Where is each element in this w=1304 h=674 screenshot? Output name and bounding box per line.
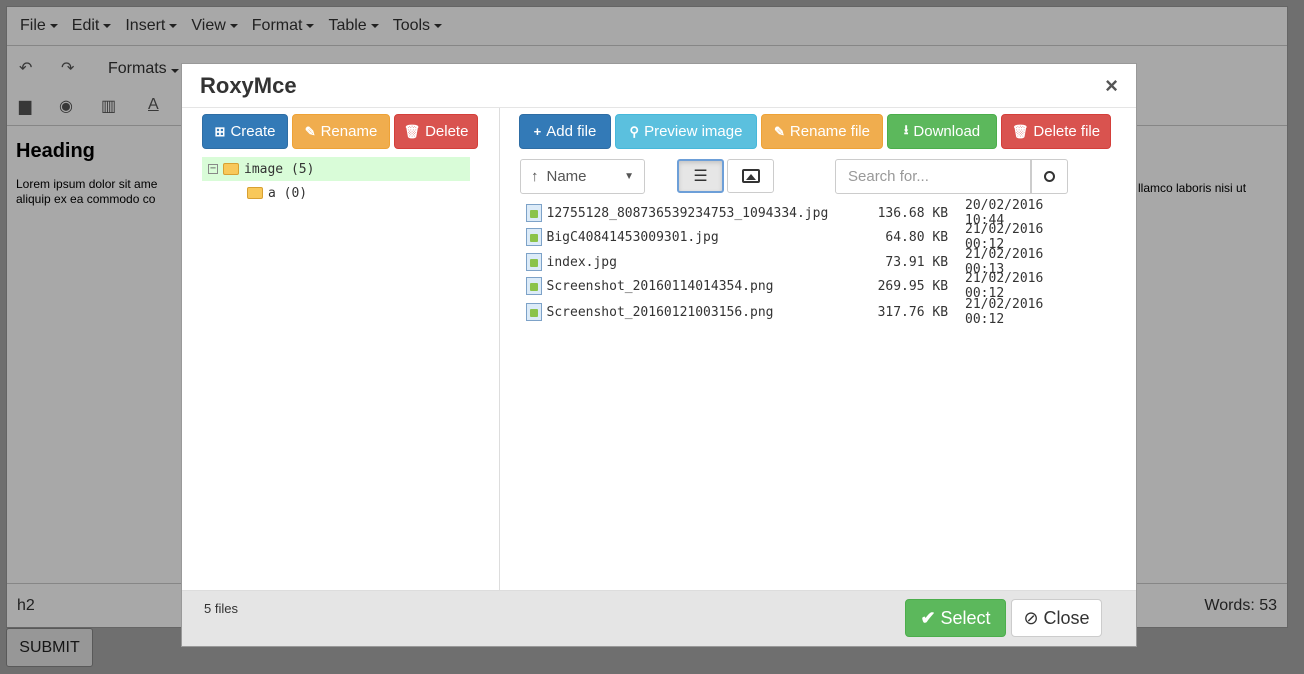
image-file-icon bbox=[526, 303, 542, 321]
ban-icon: ⊘ bbox=[1023, 607, 1039, 628]
caret-down-icon: ▼ bbox=[624, 171, 634, 182]
thumbnail-view-button[interactable] bbox=[727, 159, 774, 193]
check-icon: ✔ bbox=[920, 607, 936, 628]
file-name: Screenshot_20160121003156.png bbox=[546, 304, 774, 320]
trash-icon: 🗑 bbox=[403, 123, 421, 139]
button-label: Add file bbox=[546, 123, 597, 140]
file-row[interactable]: BigC40841453009301.jpg 64.80 KB 21/02/20… bbox=[526, 222, 1086, 252]
file-manager-dialog: RoxyMce × ⊞ Create ✎ Rename 🗑 Delete − i… bbox=[181, 63, 1137, 647]
button-label: Rename file bbox=[789, 123, 870, 140]
file-count: 5 files bbox=[204, 601, 238, 616]
file-size: 136.68 KB bbox=[877, 205, 949, 221]
image-file-icon bbox=[526, 253, 542, 271]
folder-icon bbox=[247, 187, 263, 199]
add-file-button[interactable]: + Add file bbox=[519, 114, 611, 149]
file-row[interactable]: Screenshot_20160114014354.png 269.95 KB … bbox=[526, 271, 1086, 301]
download-icon: ⭳ bbox=[903, 121, 909, 137]
file-size: 269.95 KB bbox=[877, 278, 949, 294]
tree-item-label: image (5) bbox=[244, 161, 315, 177]
dialog-title: RoxyMce bbox=[200, 72, 297, 98]
button-label: Close bbox=[1043, 607, 1090, 628]
preview-image-button[interactable]: ⚲ Preview image bbox=[615, 114, 757, 149]
file-name: BigC40841453009301.jpg bbox=[546, 229, 719, 245]
delete-folder-button[interactable]: 🗑 Delete bbox=[394, 114, 478, 149]
tree-item-a[interactable]: a (0) bbox=[242, 181, 307, 205]
folder-panel: ⊞ Create ✎ Rename 🗑 Delete − image (5) a… bbox=[182, 108, 500, 591]
search-input[interactable]: Search for... bbox=[835, 159, 1032, 194]
tree-item-image[interactable]: − image (5) bbox=[202, 157, 470, 181]
create-folder-button[interactable]: ⊞ Create bbox=[202, 114, 288, 149]
rename-file-button[interactable]: ✎ Rename file bbox=[761, 114, 883, 149]
list-icon: ☰ bbox=[693, 168, 708, 185]
download-button[interactable]: ⭳ Download bbox=[887, 114, 997, 149]
file-size: 317.76 KB bbox=[877, 304, 949, 320]
list-view-button[interactable]: ☰ bbox=[677, 159, 724, 193]
plus-icon: + bbox=[533, 124, 542, 139]
select-button[interactable]: ✔ Select bbox=[905, 599, 1006, 637]
sort-up-icon: ↑ bbox=[531, 168, 539, 185]
close-button[interactable]: ⊘ Close bbox=[1011, 599, 1102, 637]
file-row[interactable]: 12755128_808736539234753_1094334.jpg 136… bbox=[526, 198, 1086, 228]
file-size: 73.91 KB bbox=[885, 254, 949, 270]
image-file-icon bbox=[526, 228, 542, 246]
collapse-icon[interactable]: − bbox=[208, 164, 218, 174]
search-button[interactable] bbox=[1030, 159, 1068, 194]
file-row[interactable]: Screenshot_20160121003156.png 317.76 KB … bbox=[526, 297, 1086, 327]
file-name: Screenshot_20160114014354.png bbox=[546, 278, 774, 294]
pencil-square-icon: ✎ bbox=[304, 123, 316, 139]
image-icon bbox=[741, 169, 760, 183]
trash-icon: 🗑 bbox=[1011, 123, 1029, 139]
close-icon[interactable]: × bbox=[1105, 73, 1118, 99]
sort-label: Name bbox=[546, 168, 587, 185]
search-icon bbox=[1043, 171, 1055, 182]
file-date: 21/02/2016 00:12 bbox=[965, 297, 1044, 327]
folder-open-icon bbox=[223, 163, 239, 175]
button-label: Delete file bbox=[1033, 123, 1101, 140]
button-label: Preview image bbox=[644, 123, 743, 140]
delete-file-button[interactable]: 🗑 Delete file bbox=[1001, 114, 1111, 149]
file-row[interactable]: index.jpg 73.91 KB 21/02/2016 00:13 bbox=[526, 247, 1086, 277]
rename-folder-button[interactable]: ✎ Rename bbox=[292, 114, 390, 149]
tree-item-label: a (0) bbox=[268, 185, 308, 201]
image-file-icon bbox=[526, 277, 542, 295]
file-size: 64.80 KB bbox=[885, 229, 949, 245]
plus-square-icon: ⊞ bbox=[214, 123, 226, 139]
file-panel: + Add file ⚲ Preview image ✎ Rename file… bbox=[500, 108, 1138, 591]
image-file-icon bbox=[526, 204, 542, 222]
dialog-footer: 5 files ✔ Select ⊘ Close bbox=[182, 590, 1136, 646]
button-label: Select bbox=[940, 607, 991, 628]
button-label: Delete bbox=[425, 123, 469, 140]
dialog-header: RoxyMce × bbox=[182, 64, 1136, 108]
search-icon: ⚲ bbox=[629, 123, 640, 139]
button-label: Download bbox=[913, 123, 981, 140]
sort-select[interactable]: ↑ Name ▼ bbox=[520, 159, 645, 194]
file-name: index.jpg bbox=[546, 254, 617, 270]
button-label: Create bbox=[230, 123, 276, 140]
file-name: 12755128_808736539234753_1094334.jpg bbox=[546, 205, 829, 221]
pencil-icon: ✎ bbox=[774, 123, 785, 139]
button-label: Rename bbox=[320, 123, 378, 140]
